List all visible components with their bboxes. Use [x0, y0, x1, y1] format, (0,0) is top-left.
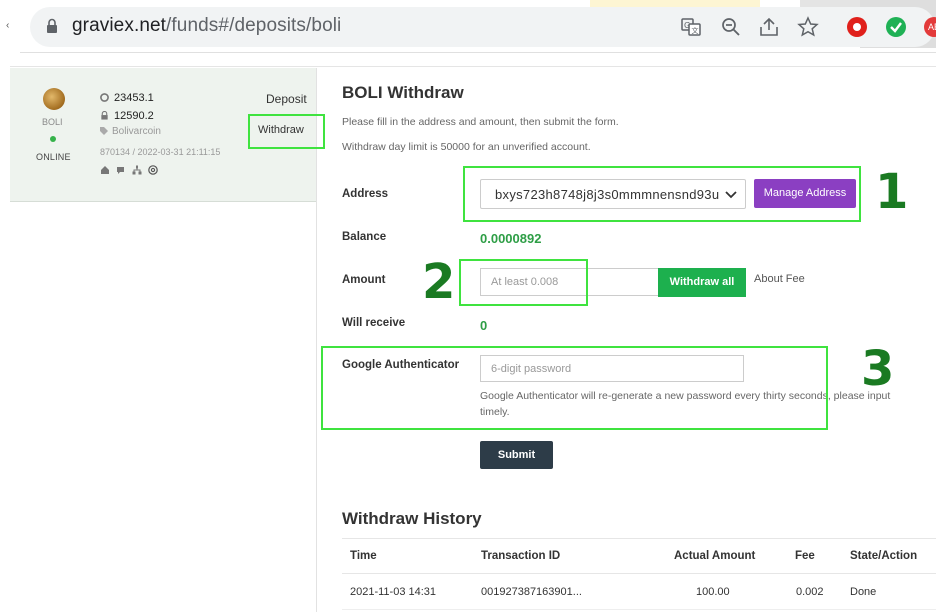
left-sidebar: BOLI ONLINE 23453.1 12590.2 Bolivarcoin … [10, 68, 325, 612]
coin-name: Bolivarcoin [100, 126, 161, 137]
coin-links [100, 162, 164, 175]
online-status-dot [50, 136, 56, 142]
coin-code: BOLI [42, 117, 63, 127]
locked-balance-value: 12590.2 [114, 110, 154, 122]
coin-block-meta: 870134 / 2022-03-31 21:11:15 [100, 147, 221, 157]
url-text[interactable]: graviex.net/funds#/deposits/boli [72, 15, 341, 37]
deposit-link[interactable]: Deposit [266, 92, 307, 106]
zoom-icon[interactable] [720, 16, 742, 38]
annotation-number-3: 3 [861, 341, 895, 397]
column-header-transaction-id[interactable]: Transaction ID [481, 550, 560, 562]
circle-icon [100, 93, 109, 102]
column-header-state-action[interactable]: State/Action [850, 550, 917, 562]
will-receive-label: Will receive [342, 317, 406, 329]
lock-icon[interactable] [46, 18, 58, 34]
page-title: BOLI Withdraw [342, 83, 464, 102]
chat-icon[interactable] [116, 162, 126, 174]
share-icon[interactable] [758, 16, 780, 38]
svg-text:G: G [684, 21, 690, 30]
table-header: Time Transaction ID Actual Amount Fee St… [342, 538, 936, 574]
row-state: Done [850, 586, 877, 598]
tag-icon [100, 127, 108, 135]
highlight-address-box [463, 166, 861, 222]
extension-check-icon[interactable] [886, 17, 906, 37]
withdraw-panel: BOLI Withdraw Please fill in the address… [318, 68, 936, 612]
available-balance: 23453.1 [100, 92, 154, 104]
coin-name-text: Bolivarcoin [112, 126, 161, 137]
row-time: 2021-11-03 14:31 [350, 586, 437, 598]
svg-text:文: 文 [692, 26, 699, 35]
form-description: Please fill in the address and amount, t… [342, 116, 619, 128]
online-status-label: ONLINE [36, 152, 71, 162]
amount-label: Amount [342, 274, 386, 286]
highlight-amount-box [459, 259, 588, 306]
row-actual-amount: 100.00 [696, 586, 730, 598]
row-fee: 0.002 [796, 586, 824, 598]
url-path: /funds#/deposits/boli [166, 15, 342, 36]
page-top-border [10, 66, 936, 67]
coin-card[interactable]: BOLI ONLINE 23453.1 12590.2 Bolivarcoin … [10, 68, 325, 202]
row-transaction-id[interactable]: 001927387163901... [481, 586, 582, 598]
bookmark-star-icon[interactable] [797, 16, 819, 38]
about-fee-link[interactable]: About Fee [754, 273, 805, 285]
column-header-time[interactable]: Time [350, 550, 377, 562]
coin-logo [43, 88, 65, 110]
extension-record-icon[interactable] [847, 17, 867, 37]
address-label: Address [342, 188, 389, 200]
column-header-fee[interactable]: Fee [795, 550, 815, 562]
balance-value: 0.0000892 [480, 231, 542, 246]
network-icon[interactable] [132, 162, 142, 175]
at-icon[interactable] [148, 162, 158, 175]
translate-icon[interactable]: G 文 [680, 16, 702, 38]
lock-small-icon [101, 111, 108, 120]
submit-button[interactable]: Submit [480, 441, 553, 469]
table-row[interactable]: 2021-11-03 14:31 001927387163901... 100.… [342, 574, 936, 610]
toolbar-divider [20, 52, 936, 53]
back-icon[interactable]: ‹ [6, 20, 9, 31]
locked-balance: 12590.2 [100, 110, 154, 122]
withdraw-limit-note: Withdraw day limit is 50000 for an unver… [342, 141, 591, 153]
annotation-number-2: 2 [422, 254, 456, 310]
available-balance-value: 23453.1 [114, 92, 154, 104]
withdraw-history-title: Withdraw History [342, 509, 482, 528]
column-header-actual-amount[interactable]: Actual Amount [674, 550, 755, 562]
highlight-authenticator-box [321, 346, 828, 430]
url-host: graviex.net [72, 15, 167, 36]
balance-label: Balance [342, 231, 387, 243]
browser-toolbar: ‹ graviex.net/funds#/deposits/boli G 文 A… [0, 0, 936, 56]
highlight-withdraw-box [248, 114, 325, 149]
will-receive-value: 0 [480, 318, 488, 333]
home-icon[interactable] [100, 162, 110, 174]
withdraw-all-button[interactable]: Withdraw all [658, 268, 746, 297]
annotation-number-1: 1 [875, 164, 909, 220]
